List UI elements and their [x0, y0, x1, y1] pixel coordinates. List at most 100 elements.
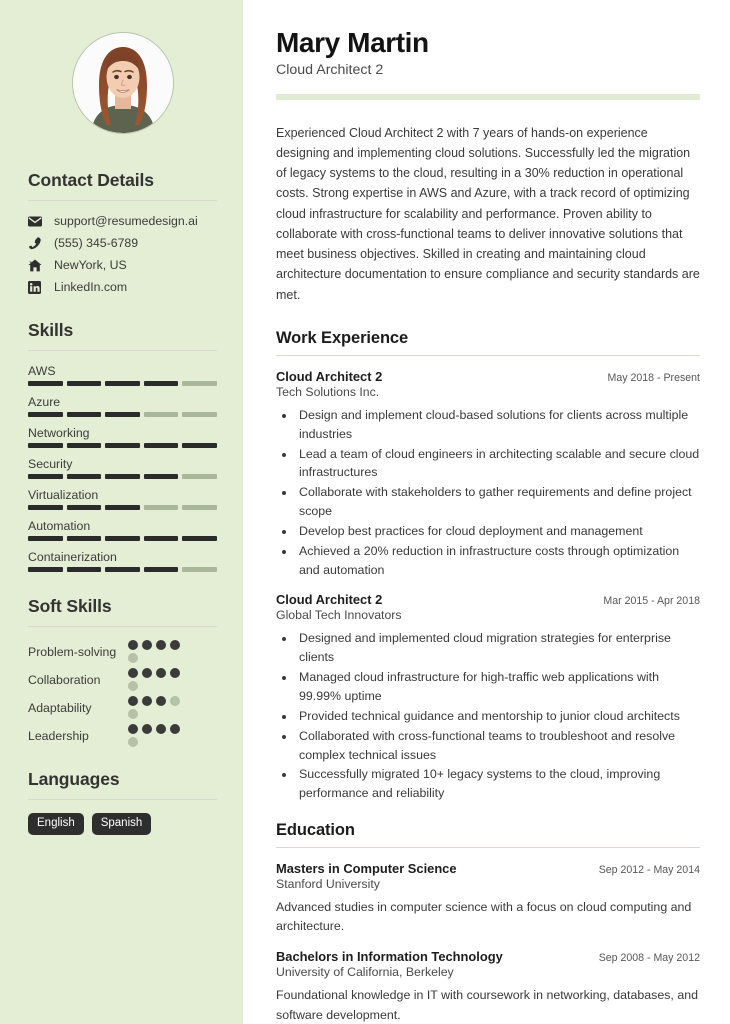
work-entry-organization: Tech Solutions Inc. — [276, 384, 380, 399]
skill-item: Security — [28, 457, 217, 479]
rating-dot — [142, 668, 152, 678]
rating-dot — [156, 696, 166, 706]
soft-skills-list: Problem-solving Collaboration Adaptability… — [28, 640, 217, 747]
skill-level-bar — [28, 536, 217, 541]
bullet-item: Lead a team of cloud engineers in archit… — [296, 445, 700, 483]
skill-bar-segment — [28, 536, 63, 541]
skill-bar-segment — [105, 381, 140, 386]
skill-item: Networking — [28, 426, 217, 448]
contact-item-location[interactable]: NewYork, US — [28, 258, 217, 272]
accent-bar — [276, 93, 700, 100]
skills-section: Skills AWS Azure Networking Security Virtual… — [28, 320, 217, 572]
rating-dot — [156, 668, 166, 678]
skills-list: AWS Azure Networking Security Virtualization… — [28, 364, 217, 572]
soft-skill-rating — [128, 640, 190, 663]
skill-bar-segment — [182, 505, 217, 510]
rating-dot — [170, 724, 180, 734]
contact-text: NewYork, US — [54, 258, 127, 272]
skill-bar-segment — [28, 412, 63, 417]
skill-bar-segment — [105, 412, 140, 417]
education-entry-header: Bachelors in Information Technology Sep 2… — [276, 949, 700, 964]
skill-item: Containerization — [28, 550, 217, 572]
skill-item: AWS — [28, 364, 217, 386]
soft-skill-label: Problem-solving — [28, 644, 117, 659]
bullet-item: Managed cloud infrastructure for high-tr… — [296, 668, 700, 706]
language-tag[interactable]: English — [28, 813, 84, 835]
rating-dot — [170, 640, 180, 650]
soft-skill-item: Adaptability — [28, 696, 217, 719]
skill-bar-segment — [143, 412, 179, 417]
work-entry-role: Cloud Architect 2 — [276, 368, 383, 384]
skill-bar-segment — [28, 505, 63, 510]
skill-bar-segment — [182, 381, 217, 386]
soft-skill-label: Adaptability — [28, 700, 92, 715]
education-entry-header: Masters in Computer Science Sep 2012 - Ma… — [276, 861, 700, 876]
skill-level-bar — [28, 567, 217, 572]
languages-section: Languages English Spanish — [28, 769, 217, 835]
resume-page: Contact Details support@resumedesign.ai … — [0, 0, 730, 1024]
skill-bar-segment — [182, 567, 217, 572]
rating-dot — [170, 696, 180, 706]
language-tag[interactable]: Spanish — [91, 813, 152, 835]
languages-heading: Languages — [28, 769, 120, 789]
rating-dot — [128, 709, 138, 719]
skill-bar-segment — [66, 474, 102, 479]
skill-label: Containerization — [28, 550, 117, 564]
skill-bar-segment — [66, 412, 102, 417]
rating-dot — [128, 737, 138, 747]
skills-heading: Skills — [28, 320, 74, 340]
work-experience-divider — [276, 354, 700, 356]
soft-skill-item: Collaboration — [28, 668, 217, 691]
contact-item-linkedin[interactable]: LinkedIn.com — [28, 280, 217, 294]
professional-summary: Experienced Cloud Architect 2 with 7 yea… — [276, 125, 700, 302]
skills-divider — [28, 350, 217, 351]
work-entry-organization: Global Tech Innovators — [276, 608, 402, 623]
work-entry-list: Cloud Architect 2 May 2018 - Present Tech … — [276, 369, 700, 803]
education-entry-description: Foundational knowledge in IT with course… — [276, 988, 698, 1022]
education-section: Education Masters in Computer Science Sep… — [276, 821, 700, 1024]
skill-bar-segment — [28, 381, 63, 386]
skill-bar-segment — [105, 567, 140, 572]
envelope-icon — [28, 214, 45, 228]
skill-level-bar — [28, 381, 217, 386]
skill-bar-segment — [28, 474, 63, 479]
skill-item: Virtualization — [28, 488, 217, 510]
skill-bar-segment — [143, 567, 179, 572]
skill-bar-segment — [105, 474, 140, 479]
phone-icon — [28, 236, 45, 250]
rating-dot — [156, 724, 166, 734]
soft-skill-item: Problem-solving — [28, 640, 217, 663]
education-entry-degree: Masters in Computer Science — [276, 861, 457, 877]
soft-skills-divider — [28, 626, 217, 627]
bullet-item: Achieved a 20% reduction in infrastructu… — [296, 542, 700, 580]
rating-dot — [128, 681, 138, 691]
skill-label: Azure — [28, 395, 61, 409]
contact-item-phone[interactable]: (555) 345-6789 — [28, 236, 217, 250]
skill-bar-segment — [105, 505, 140, 510]
work-entry: Cloud Architect 2 May 2018 - Present Tech … — [276, 369, 700, 580]
sidebar: Contact Details support@resumedesign.ai … — [0, 0, 243, 1024]
contact-section: Contact Details support@resumedesign.ai … — [28, 170, 217, 294]
skill-bar-segment — [182, 474, 217, 479]
education-entry-date: Sep 2008 - May 2012 — [598, 952, 700, 965]
work-entry-header: Cloud Architect 2 Mar 2015 - Apr 2018 — [276, 592, 700, 607]
language-tag-list: English Spanish — [28, 813, 217, 835]
contact-text: (555) 345-6789 — [54, 236, 139, 250]
rating-dot — [156, 640, 166, 650]
skill-level-bar — [28, 505, 217, 510]
skill-label: AWS — [28, 364, 56, 378]
skill-bar-segment — [66, 567, 102, 572]
contact-item-email[interactable]: support@resumedesign.ai — [28, 214, 217, 228]
skill-bar-segment — [28, 443, 63, 448]
skill-label: Virtualization — [28, 488, 99, 502]
skill-bar-segment — [66, 381, 102, 386]
home-icon — [28, 258, 45, 272]
page-title: Mary Martin — [276, 27, 429, 58]
contact-divider — [28, 200, 217, 201]
rating-dot — [170, 668, 180, 678]
work-entry-date: Mar 2015 - Apr 2018 — [603, 595, 700, 608]
bullet-item: Develop best practices for cloud deploym… — [296, 522, 700, 541]
skill-level-bar — [28, 474, 217, 479]
education-entry-list: Masters in Computer Science Sep 2012 - Ma… — [276, 861, 700, 1024]
skill-level-bar — [28, 443, 217, 448]
